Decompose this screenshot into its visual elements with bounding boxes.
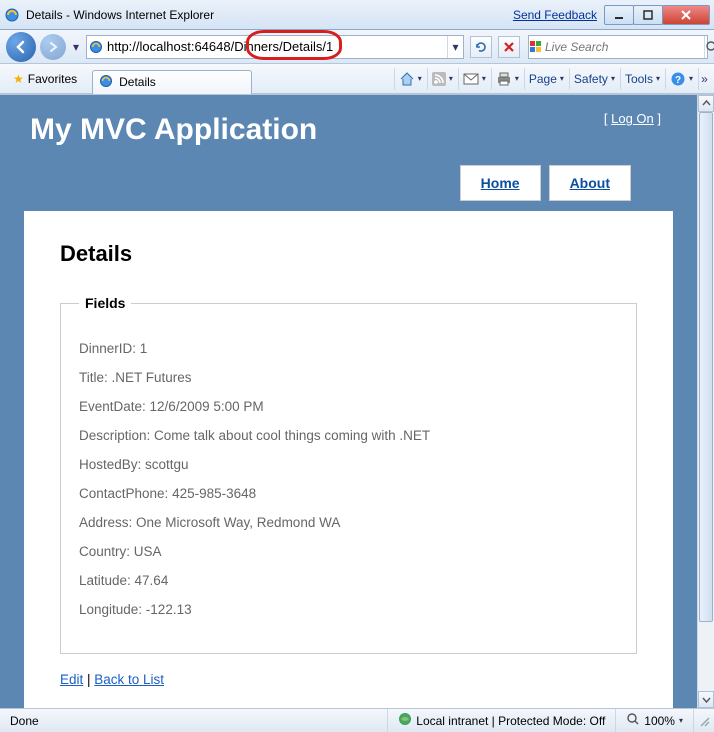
- field-eventdate: EventDate: 12/6/2009 5:00 PM: [79, 399, 618, 414]
- page-menu[interactable]: Page▾: [524, 68, 569, 90]
- logon-link[interactable]: Log On: [611, 111, 654, 126]
- zoom-icon: [626, 712, 640, 729]
- scroll-track[interactable]: [698, 112, 714, 691]
- command-overflow[interactable]: »: [698, 68, 710, 90]
- field-country: Country: USA: [79, 544, 618, 559]
- window-titlebar: Details - Windows Internet Explorer Send…: [0, 0, 714, 30]
- zoom-dropdown-icon: ▾: [679, 716, 683, 725]
- field-longitude: Longitude: -122.13: [79, 602, 618, 617]
- logon-area: [ Log On ]: [604, 111, 661, 126]
- address-dropdown[interactable]: ▾: [447, 36, 463, 58]
- nav-home[interactable]: Home: [460, 165, 541, 201]
- field-hostedby: HostedBy: scottgu: [79, 457, 618, 472]
- back-to-list-link[interactable]: Back to List: [94, 672, 164, 687]
- send-feedback-link[interactable]: Send Feedback: [513, 8, 597, 22]
- status-zone-text: Local intranet | Protected Mode: Off: [416, 714, 605, 728]
- vertical-scrollbar[interactable]: [697, 95, 714, 708]
- ie-icon: [4, 7, 20, 23]
- page-heading: Details: [60, 241, 637, 267]
- app-title: My MVC Application: [30, 113, 667, 147]
- favorites-button[interactable]: ★ Favorites: [4, 68, 86, 90]
- field-description: Description: Come talk about cool things…: [79, 428, 618, 443]
- address-bar: ▾: [86, 35, 464, 59]
- field-latitude: Latitude: 47.64: [79, 573, 618, 588]
- edit-link[interactable]: Edit: [60, 672, 83, 687]
- content-viewport: [ Log On ] My MVC Application Home About…: [0, 94, 714, 708]
- maximize-button[interactable]: [633, 5, 663, 25]
- field-address: Address: One Microsoft Way, Redmond WA: [79, 515, 618, 530]
- back-button[interactable]: [6, 32, 36, 62]
- window-title: Details - Windows Internet Explorer: [26, 8, 214, 22]
- search-input[interactable]: [543, 38, 704, 56]
- status-zoom[interactable]: 100% ▾: [616, 709, 694, 732]
- star-icon: ★: [13, 72, 24, 86]
- nav-history-dropdown[interactable]: ▾: [70, 40, 82, 54]
- print-button[interactable]: ▾: [491, 68, 524, 90]
- zone-icon: [398, 712, 412, 729]
- search-bar: [528, 35, 708, 59]
- mail-button[interactable]: ▾: [458, 68, 491, 90]
- help-button[interactable]: ?▾: [665, 68, 698, 90]
- tab-title: Details: [119, 75, 156, 89]
- search-provider-icon: [529, 40, 543, 54]
- tab-page-icon: [99, 74, 113, 91]
- browser-tab[interactable]: Details: [92, 70, 252, 94]
- feeds-button[interactable]: ▾: [427, 68, 458, 90]
- details-fieldset: Fields DinnerID: 1 Title: .NET Futures E…: [60, 295, 637, 654]
- navigation-bar: ▾ ▾: [0, 30, 714, 64]
- page-icon: [87, 40, 105, 54]
- action-links: Edit | Back to List: [60, 672, 637, 687]
- safety-menu[interactable]: Safety▾: [569, 68, 620, 90]
- command-bar: ★ Favorites Details ▾ ▾ ▾ ▾ Page▾ Safety…: [0, 64, 714, 94]
- stop-button[interactable]: [498, 36, 520, 58]
- status-zone: Local intranet | Protected Mode: Off: [388, 709, 616, 732]
- field-contactphone: ContactPhone: 425-985-3648: [79, 486, 618, 501]
- field-title: Title: .NET Futures: [79, 370, 618, 385]
- resize-grip[interactable]: [694, 714, 714, 728]
- status-done: Done: [0, 709, 388, 732]
- tools-menu[interactable]: Tools▾: [620, 68, 665, 90]
- address-input[interactable]: [105, 37, 447, 56]
- refresh-button[interactable]: [470, 36, 492, 58]
- minimize-button[interactable]: [604, 5, 634, 25]
- scroll-up-button[interactable]: [698, 95, 714, 112]
- zoom-value: 100%: [644, 714, 675, 728]
- favorites-label: Favorites: [28, 72, 77, 86]
- home-button[interactable]: ▾: [394, 68, 427, 90]
- field-dinnerid: DinnerID: 1: [79, 341, 618, 356]
- fieldset-legend: Fields: [79, 295, 131, 311]
- search-button[interactable]: [704, 36, 714, 58]
- status-bar: Done Local intranet | Protected Mode: Of…: [0, 708, 714, 732]
- svg-text:?: ?: [675, 75, 681, 86]
- forward-button[interactable]: [40, 34, 66, 60]
- scroll-down-button[interactable]: [698, 691, 714, 708]
- close-button[interactable]: [662, 5, 710, 25]
- nav-about[interactable]: About: [549, 165, 631, 201]
- scroll-thumb[interactable]: [699, 112, 713, 622]
- page-content: [ Log On ] My MVC Application Home About…: [0, 95, 697, 708]
